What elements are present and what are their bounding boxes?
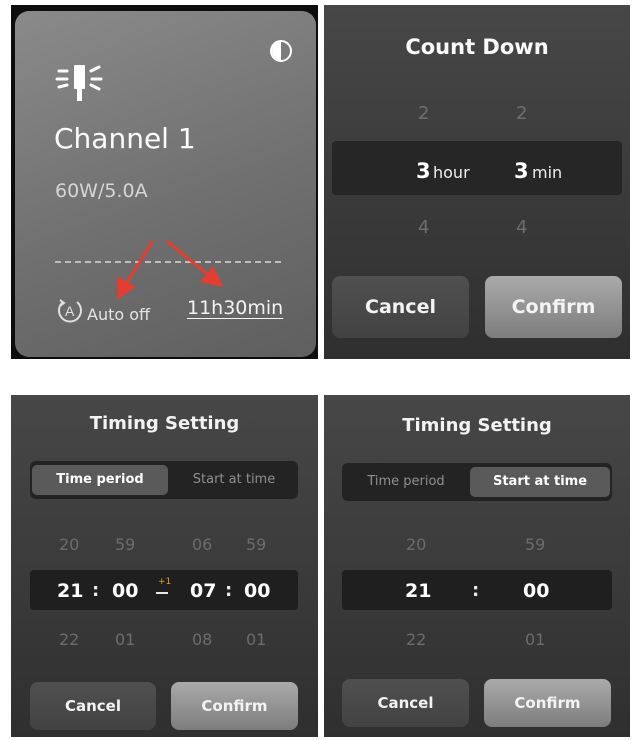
auto-off-label: Auto off — [87, 305, 151, 324]
channel-card[interactable]: Channel 1 60W/5.0A A Auto off 11h30min — [15, 11, 316, 357]
auto-off-time-link[interactable]: 11h30min — [187, 297, 283, 319]
tab-time-period[interactable]: Time period — [344, 467, 468, 497]
divider — [55, 261, 281, 263]
start-separator: : — [92, 580, 100, 601]
next-day-badge: +1 — [158, 577, 172, 587]
min-value[interactable]: 00 — [523, 580, 549, 602]
hour-next[interactable]: 4 — [418, 217, 429, 238]
hour-value[interactable]: 21 — [405, 580, 431, 602]
channel-card-panel: Channel 1 60W/5.0A A Auto off 11h30min — [11, 5, 318, 359]
confirm-button[interactable]: Confirm — [485, 276, 622, 338]
confirm-button[interactable]: Confirm — [171, 682, 298, 730]
timing-title: Timing Setting — [402, 415, 552, 436]
lamp-icon — [55, 65, 103, 101]
svg-text:A: A — [65, 303, 75, 319]
min-next[interactable]: 4 — [516, 217, 527, 238]
start-min-prev[interactable]: 59 — [115, 535, 135, 554]
cancel-button[interactable]: Cancel — [332, 276, 469, 338]
selection-band — [332, 141, 622, 195]
mode-segmented-control: Time period Start at time — [342, 463, 612, 501]
min-next[interactable]: 01 — [525, 630, 545, 649]
end-min-next[interactable]: 01 — [246, 630, 266, 649]
hour-prev[interactable]: 20 — [406, 535, 426, 554]
end-hour-next[interactable]: 08 — [192, 630, 212, 649]
start-hour-prev[interactable]: 20 — [59, 535, 79, 554]
hour-unit: hour — [433, 163, 470, 182]
timing-start-panel: Timing Setting Time period Start at time… — [324, 395, 630, 737]
cancel-button[interactable]: Cancel — [30, 682, 156, 730]
contrast-icon[interactable] — [269, 39, 293, 63]
countdown-panel: Count Down 2 2 3 hour 3 min 4 4 Cancel C… — [324, 5, 630, 359]
time-separator: : — [472, 580, 480, 601]
min-prev[interactable]: 2 — [516, 103, 527, 124]
mode-segmented-control: Time period Start at time — [30, 461, 298, 499]
hour-next[interactable]: 22 — [406, 630, 426, 649]
confirm-button[interactable]: Confirm — [484, 679, 611, 727]
timing-period-panel: Timing Setting Time period Start at time… — [11, 395, 318, 737]
start-min-value[interactable]: 00 — [112, 580, 138, 602]
min-value[interactable]: 3 — [514, 159, 529, 183]
range-dash — [156, 592, 168, 594]
auto-off-icon: A — [58, 299, 82, 323]
end-separator: : — [225, 580, 233, 601]
hour-value[interactable]: 3 — [416, 159, 431, 183]
hour-prev[interactable]: 2 — [418, 103, 429, 124]
min-prev[interactable]: 59 — [525, 535, 545, 554]
end-min-prev[interactable]: 59 — [246, 535, 266, 554]
tab-start-at-time[interactable]: Start at time — [470, 467, 610, 497]
timing-title: Timing Setting — [89, 413, 240, 434]
end-hour-prev[interactable]: 06 — [192, 535, 212, 554]
min-unit: min — [532, 163, 563, 182]
channel-title: Channel 1 — [54, 122, 196, 155]
end-min-value[interactable]: 00 — [244, 580, 270, 602]
cancel-button[interactable]: Cancel — [342, 679, 469, 727]
start-min-next[interactable]: 01 — [115, 630, 135, 649]
start-hour-value[interactable]: 21 — [57, 580, 83, 602]
tab-time-period[interactable]: Time period — [32, 465, 168, 495]
tab-start-at-time[interactable]: Start at time — [172, 465, 296, 495]
channel-spec: 60W/5.0A — [55, 180, 148, 202]
start-hour-next[interactable]: 22 — [59, 630, 79, 649]
countdown-title: Count Down — [405, 35, 549, 59]
end-hour-value[interactable]: 07 — [190, 580, 216, 602]
